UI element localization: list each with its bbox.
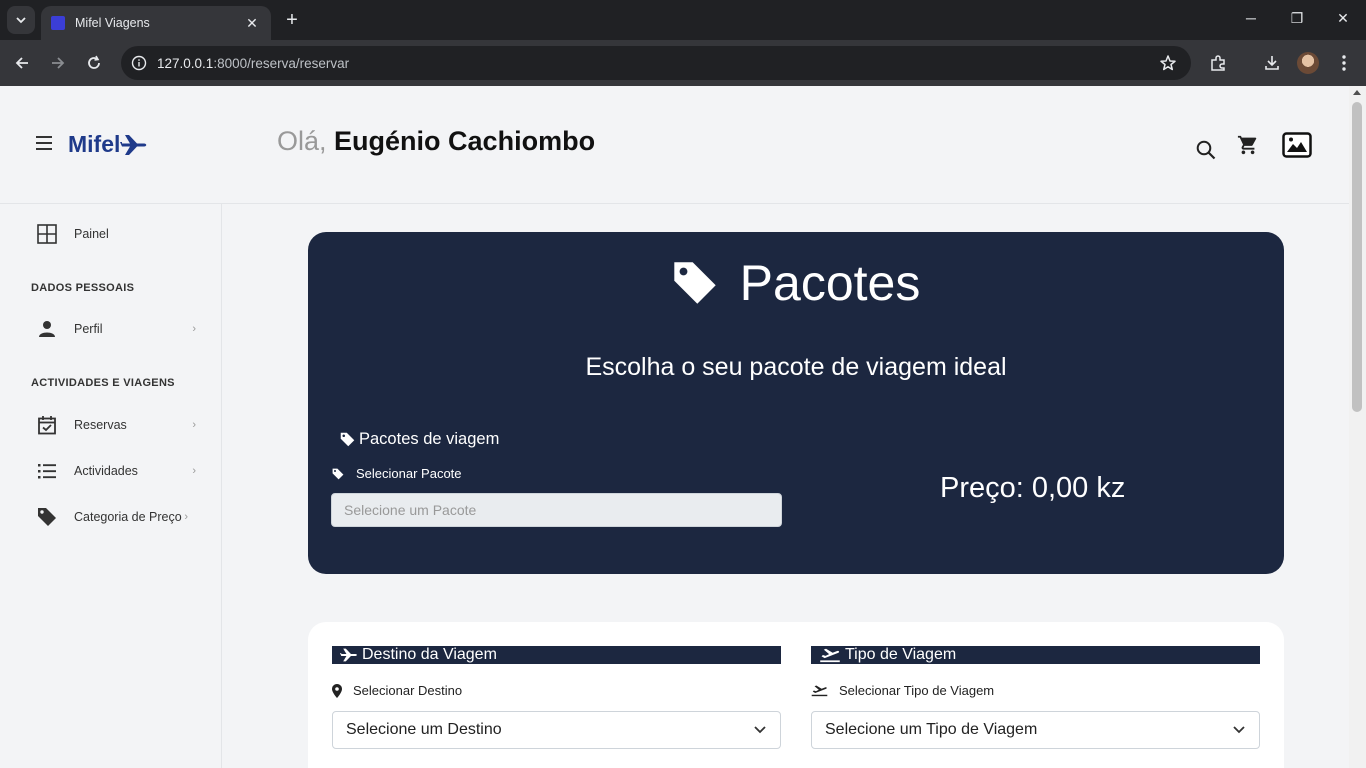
profile-avatar[interactable] (1297, 52, 1319, 74)
tipo-label-text: Selecionar Tipo de Viagem (839, 683, 995, 698)
reload-icon (88, 55, 100, 69)
chevron-right-icon: › (192, 465, 196, 477)
grid-icon (36, 223, 58, 245)
airplane-icon (120, 134, 147, 155)
calendar-check-icon (36, 414, 58, 436)
chevron-down-icon (1233, 726, 1245, 734)
tag-icon (673, 262, 716, 304)
tipo-select[interactable]: Selecione um Tipo de Viagem (811, 711, 1260, 749)
cart-icon[interactable] (1237, 134, 1259, 156)
destino-header: Destino da Viagem (332, 646, 781, 664)
sidebar-item-label: Perfil (74, 322, 103, 336)
tipo-header: Tipo de Viagem (811, 646, 1260, 664)
pacotes-card: Pacotes Escolha o seu pacote de viagem i… (308, 232, 1284, 574)
sidebar-item-categoria[interactable]: Categoria de Preço › (36, 505, 188, 529)
new-tab-button[interactable]: + (282, 9, 302, 31)
destino-label-text: Selecionar Destino (353, 683, 463, 698)
greeting-prefix: Olá, (277, 126, 327, 156)
sidebar-section-personal: DADOS PESSOAIS (31, 282, 135, 294)
pacotes-section-label: Pacotes de viagem (340, 430, 499, 449)
pacotes-section-text: Pacotes de viagem (359, 430, 500, 448)
page-content: Mifel Olá, Eugénio Cachiombo Painel DADO… (0, 86, 1349, 768)
extensions-icon[interactable] (1207, 52, 1229, 74)
tab-title: Mifel Viagens (75, 16, 150, 30)
back-button[interactable] (10, 51, 34, 75)
sidebar-item-label: Actividades (74, 464, 138, 478)
minimize-button[interactable]: ─ (1241, 10, 1261, 26)
reload-button[interactable] (82, 51, 106, 75)
browser-menu-icon[interactable] (1333, 52, 1355, 74)
person-icon (36, 318, 58, 340)
tipo-header-text: Tipo de Viagem (845, 646, 957, 663)
select-pacote-label-text: Selecionar Pacote (356, 466, 462, 481)
pacote-price: Preço: 0,00 kz (940, 472, 1126, 504)
sidebar-item-label: Categoria de Preço (74, 510, 182, 524)
site-info-icon[interactable] (129, 53, 149, 73)
image-icon[interactable] (1282, 132, 1312, 158)
sidebar: Painel DADOS PESSOAIS Perfil › ACTIVIDAD… (0, 204, 222, 768)
restore-button[interactable]: ❐ (1287, 10, 1307, 27)
sidebar-item-painel[interactable]: Painel (36, 222, 196, 246)
pacotes-title-text: Pacotes (739, 255, 921, 311)
airplane-icon (340, 648, 357, 662)
pacotes-title: Pacotes (308, 254, 1284, 312)
tab-list-button[interactable] (7, 6, 35, 34)
address-bar[interactable]: 127.0.0.1:8000/reserva/reservar (121, 46, 1191, 80)
browser-tabbar: Mifel Viagens ✕ + ─ ❐ ✕ (0, 0, 1366, 40)
url-path: :8000/reserva/reservar (213, 55, 350, 71)
tipo-select-value: Selecione um Tipo de Viagem (825, 721, 1038, 738)
select-pacote-label: Selecionar Pacote (332, 466, 462, 481)
pacote-input[interactable]: Selecione um Pacote (331, 493, 782, 527)
sidebar-item-label: Reservas (74, 418, 127, 432)
tag-icon (36, 506, 58, 528)
close-window-button[interactable]: ✕ (1333, 10, 1353, 27)
site-logo[interactable]: Mifel (68, 131, 148, 158)
viagem-card: Destino da Viagem Tipo de Viagem Selecio… (308, 622, 1284, 768)
logo-text: Mifel (68, 131, 121, 157)
pacotes-subtitle: Escolha o seu pacote de viagem ideal (585, 353, 1007, 381)
sidebar-section-activities: ACTIVIDADES E VIAGENS (31, 377, 175, 389)
chevron-right-icon: › (192, 323, 196, 335)
greeting: Olá, Eugénio Cachiombo (277, 126, 595, 157)
arrow-right-icon (52, 57, 65, 69)
arrow-left-icon (15, 57, 28, 69)
browser-tab[interactable]: Mifel Viagens ✕ (41, 6, 271, 40)
sidebar-item-perfil[interactable]: Perfil › (36, 317, 196, 341)
url-host: 127.0.0.1 (157, 55, 214, 71)
chevron-down-icon (16, 17, 26, 24)
destino-select[interactable]: Selecione um Destino (332, 711, 781, 749)
tag-icon (340, 432, 355, 447)
scroll-thumb[interactable] (1352, 102, 1362, 412)
forward-button[interactable] (46, 51, 70, 75)
bookmark-star-icon[interactable] (1159, 54, 1177, 72)
destino-label: Selecionar Destino (332, 683, 462, 698)
sidebar-item-reservas[interactable]: Reservas › (36, 413, 196, 437)
scroll-up-icon[interactable] (1353, 90, 1361, 95)
tipo-label: Selecionar Tipo de Viagem (811, 683, 994, 698)
favicon-icon (51, 16, 65, 30)
search-icon[interactable] (1196, 140, 1216, 160)
download-icon[interactable] (1261, 52, 1283, 74)
browser-toolbar: 127.0.0.1:8000/reserva/reservar (0, 40, 1366, 86)
page-scrollbar[interactable] (1349, 86, 1366, 768)
hamburger-menu-icon[interactable] (36, 136, 52, 150)
airplane-departure-icon (811, 685, 828, 697)
chevron-right-icon: › (184, 511, 188, 523)
destino-header-text: Destino da Viagem (362, 646, 497, 663)
chevron-right-icon: › (192, 419, 196, 431)
map-pin-icon (332, 683, 342, 698)
tab-close-icon[interactable]: ✕ (243, 15, 261, 32)
user-name: Eugénio Cachiombo (334, 126, 596, 156)
sidebar-item-label: Painel (74, 227, 109, 241)
chevron-down-icon (754, 726, 766, 734)
site-header: Mifel Olá, Eugénio Cachiombo (0, 86, 1349, 204)
tag-icon (332, 468, 344, 479)
list-icon (36, 460, 58, 482)
sidebar-item-actividades[interactable]: Actividades › (36, 459, 196, 483)
airplane-departure-icon (820, 648, 840, 663)
destino-select-value: Selecione um Destino (346, 721, 502, 738)
